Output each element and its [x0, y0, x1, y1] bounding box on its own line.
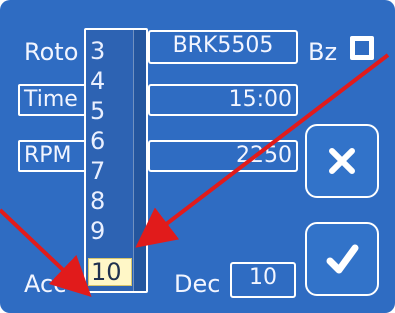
x-icon	[329, 148, 355, 174]
confirm-button[interactable]	[305, 222, 379, 296]
rpm-label-box: RPM	[18, 140, 90, 172]
dropdown-option-6[interactable]: 6	[88, 128, 134, 154]
dropdown-option-10[interactable]: 10	[88, 258, 132, 286]
time-label-box: Time	[18, 84, 90, 116]
dropdown-option-4[interactable]: 4	[88, 68, 134, 94]
time-label: Time	[24, 87, 78, 112]
dropdown-option-8[interactable]: 8	[88, 188, 134, 214]
dec-label: Dec	[174, 270, 221, 298]
bz-checkbox[interactable]	[350, 36, 374, 60]
acc-dropdown-list[interactable]: 3 4 5 6 7 8 9 10	[84, 28, 148, 293]
bz-label: Bz	[308, 38, 338, 66]
dec-field[interactable]: 10	[230, 262, 296, 298]
dropdown-option-5[interactable]: 5	[88, 98, 134, 124]
rotor-field[interactable]: BRK5505	[148, 30, 298, 64]
dropdown-scrollbar[interactable]	[133, 30, 146, 291]
rpm-field[interactable]: 2250	[148, 140, 298, 172]
acc-label: Acc	[24, 270, 67, 298]
dropdown-option-9[interactable]: 9	[88, 218, 134, 244]
checkbox-fill	[355, 41, 369, 55]
checkmark-icon	[326, 244, 359, 274]
dropdown-option-3[interactable]: 3	[88, 38, 134, 64]
rotor-label: Roto	[24, 38, 79, 66]
cancel-button[interactable]	[305, 124, 379, 198]
time-field[interactable]: 15:00	[148, 84, 298, 116]
dropdown-option-7[interactable]: 7	[88, 158, 134, 184]
rpm-label: RPM	[24, 143, 72, 168]
centrifuge-settings-panel: Roto Time RPM Acc BRK5505 15:00 2250 Dec…	[0, 0, 395, 313]
